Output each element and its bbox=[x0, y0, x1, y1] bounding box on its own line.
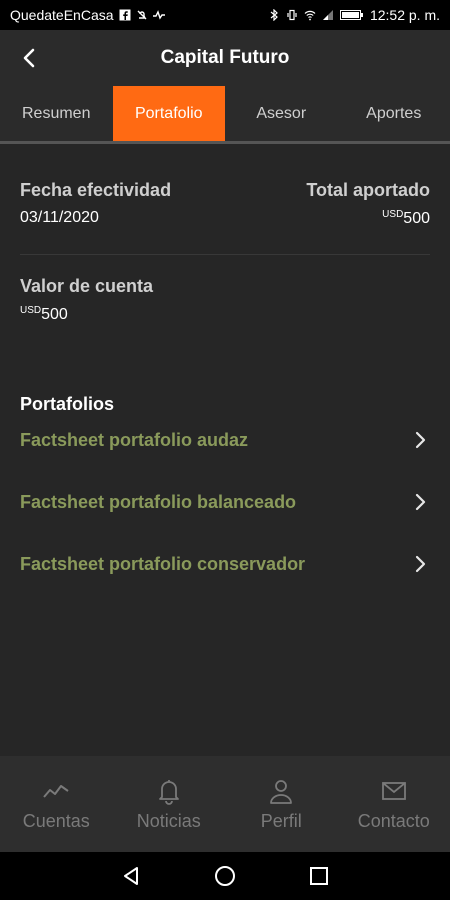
chart-line-icon bbox=[43, 784, 69, 798]
account-value-block: Valor de cuenta USD500 bbox=[20, 276, 153, 324]
nav-perfil[interactable]: Perfil bbox=[225, 756, 338, 852]
nav-noticias-label: Noticias bbox=[136, 810, 201, 831]
chevron-right-icon bbox=[415, 431, 426, 449]
wifi-icon bbox=[304, 10, 316, 21]
mail-icon bbox=[381, 781, 406, 800]
facebook-icon bbox=[119, 9, 131, 21]
nav-cuentas-label: Cuentas bbox=[22, 810, 90, 831]
total-contributed-label: Total aportado bbox=[306, 180, 430, 200]
muted-notification-icon bbox=[137, 10, 147, 20]
factsheet-audaz-link[interactable]: Factsheet portafolio audaz bbox=[20, 420, 430, 460]
square-recents-icon bbox=[310, 867, 328, 885]
section-divider bbox=[20, 254, 430, 255]
pulse-icon bbox=[152, 10, 165, 20]
portfolios-heading: Portafolios bbox=[20, 394, 115, 414]
system-home-button[interactable] bbox=[213, 864, 237, 888]
total-contributed-block: Total aportado USD500 bbox=[306, 180, 430, 228]
status-bar: QuedateEnCasa 12:52 p. m. bbox=[0, 0, 450, 30]
portfolio-content: Fecha efectividad 03/11/2020 Total aport… bbox=[0, 144, 450, 756]
carrier-name: QuedateEnCasa bbox=[10, 7, 114, 23]
nav-contacto-label: Contacto bbox=[357, 810, 430, 831]
factsheet-conservador-label: Factsheet portafolio conservador bbox=[20, 553, 306, 574]
account-amount: 500 bbox=[41, 306, 68, 323]
bluetooth-icon bbox=[270, 9, 278, 21]
user-icon bbox=[270, 779, 293, 804]
vibrate-icon bbox=[287, 9, 297, 21]
factsheet-balanceado-label: Factsheet portafolio balanceado bbox=[20, 491, 297, 512]
nav-cuentas[interactable]: Cuentas bbox=[0, 756, 113, 852]
battery-icon bbox=[339, 10, 363, 20]
system-recents-button[interactable] bbox=[307, 864, 331, 888]
nav-contacto[interactable]: Contacto bbox=[338, 756, 450, 852]
factsheet-conservador-link[interactable]: Factsheet portafolio conservador bbox=[20, 544, 430, 584]
bottom-navigation: Cuentas Noticias Perfil Contacto bbox=[0, 756, 450, 852]
tab-aportes[interactable]: Aportes bbox=[338, 86, 450, 141]
account-value-value: USD500 bbox=[20, 305, 153, 324]
factsheet-audaz-label: Factsheet portafolio audaz bbox=[20, 429, 249, 450]
clock: 12:52 p. m. bbox=[369, 7, 440, 23]
triangle-back-icon bbox=[124, 867, 138, 885]
currency-code: USD bbox=[20, 305, 42, 316]
back-arrow-icon bbox=[23, 48, 35, 68]
bell-icon bbox=[158, 779, 179, 805]
circle-home-icon bbox=[215, 866, 235, 886]
system-back-button[interactable] bbox=[119, 864, 143, 888]
total-amount: 500 bbox=[403, 210, 430, 227]
account-value-label: Valor de cuenta bbox=[20, 276, 154, 296]
signal-icon bbox=[322, 10, 333, 20]
tab-portafolio[interactable]: Portafolio bbox=[112, 86, 225, 141]
chevron-right-icon bbox=[415, 493, 426, 511]
factsheet-balanceado-link[interactable]: Factsheet portafolio balanceado bbox=[20, 482, 430, 522]
chevron-right-icon bbox=[415, 555, 426, 573]
app-header: Capital Futuro bbox=[0, 30, 450, 86]
tab-bar: Resumen Portafolio Asesor Aportes bbox=[0, 86, 450, 141]
nav-perfil-label: Perfil bbox=[260, 810, 302, 831]
system-navigation-bar bbox=[0, 852, 450, 900]
page-title: Capital Futuro bbox=[160, 47, 290, 68]
nav-noticias[interactable]: Noticias bbox=[113, 756, 226, 852]
total-contributed-value: USD500 bbox=[306, 209, 430, 228]
tab-asesor[interactable]: Asesor bbox=[225, 86, 338, 141]
effective-date-row: Fecha efectividad 03/11/2020 Total aport… bbox=[20, 180, 430, 227]
back-button[interactable] bbox=[12, 40, 48, 76]
tab-resumen[interactable]: Resumen bbox=[0, 86, 113, 141]
currency-code: USD bbox=[382, 209, 404, 220]
